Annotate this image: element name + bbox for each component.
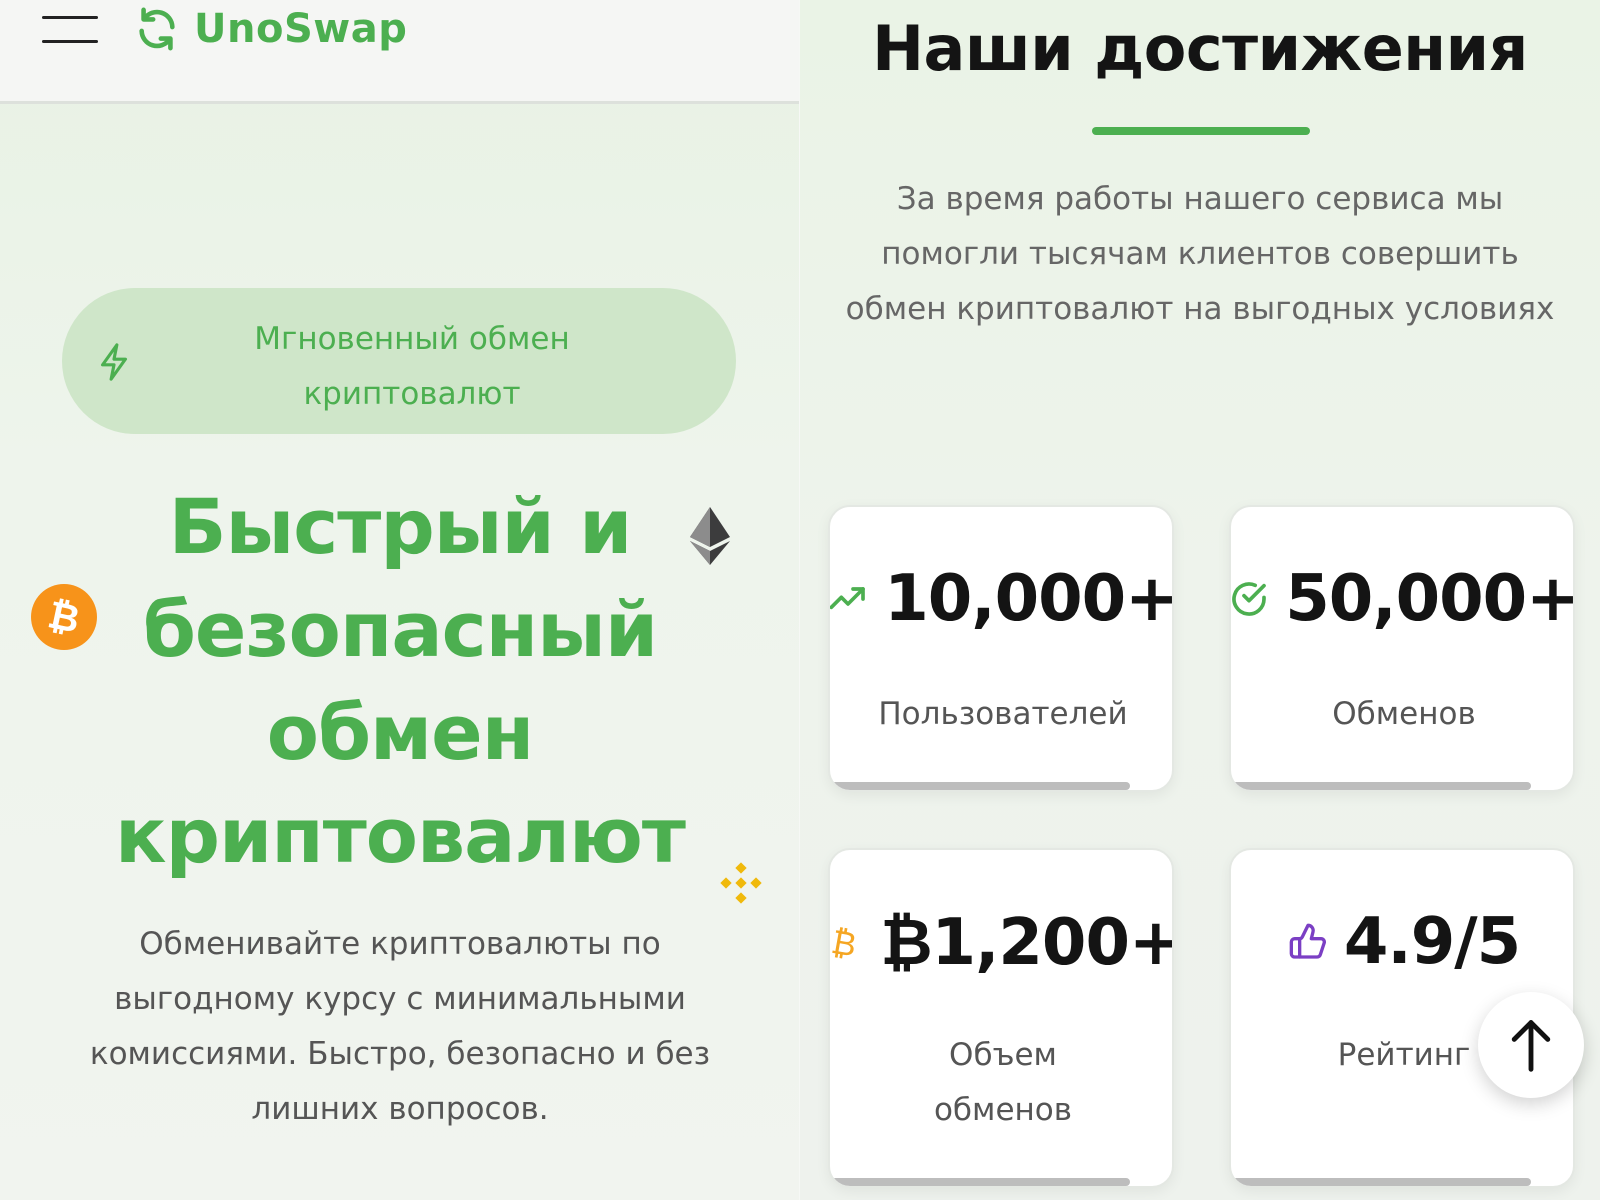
stat-card-exchanges: 50,000+ Обменов: [1229, 505, 1575, 792]
card-bar: [1231, 782, 1531, 790]
hero-title: Быстрый и безопасный обмен криптовалют: [115, 482, 686, 880]
achievements-title: Наши достижения: [872, 12, 1528, 85]
badge-text: Мгновенный обмен криптовалют: [254, 321, 570, 412]
site-header: UnoSwap: [0, 0, 800, 104]
bitcoin-icon: ₿: [829, 923, 860, 963]
stat-label: Обменов: [1332, 696, 1476, 732]
stat-value: 10,000+: [884, 562, 1174, 636]
title-underline: [1092, 127, 1310, 135]
hero-description: Обменивайте криптовалюты по выгодному ку…: [89, 926, 711, 1127]
refresh-arrows-icon: [139, 7, 175, 51]
thumbs-up-icon: [1289, 923, 1326, 959]
stat-value: 50,000+: [1285, 562, 1575, 636]
scroll-to-top-button[interactable]: [1478, 992, 1584, 1098]
trending-up-icon: [830, 587, 866, 610]
lightning-icon: [101, 343, 127, 381]
instant-exchange-badge: Мгновенный обмен криптовалют: [62, 288, 736, 434]
hamburger-menu-icon[interactable]: [42, 16, 98, 46]
stat-label: Объем обменов: [933, 1037, 1073, 1128]
card-bar: [830, 1178, 1130, 1186]
stat-value: 4.9/5: [1343, 905, 1521, 979]
logo[interactable]: UnoSwap: [134, 6, 407, 52]
arrow-up-icon: [1511, 1020, 1551, 1072]
check-circle-icon: [1232, 582, 1267, 616]
card-bar: [830, 782, 1130, 790]
logo-text: UnoSwap: [194, 6, 408, 52]
achievements-description: За время работы нашего сервиса мы помогл…: [845, 181, 1555, 327]
hero-panel: UnoSwap Мгновенный обмен криптовалют ₿ Б…: [0, 0, 800, 1200]
card-bar: [1231, 1178, 1531, 1186]
svg-text:₿: ₿: [829, 923, 860, 963]
stat-value: ₿1,200+: [880, 906, 1174, 980]
stat-label: Пользователей: [878, 696, 1128, 732]
stat-card-volume: ₿ ₿1,200+ Объем обменов: [828, 848, 1174, 1188]
stat-card-users: 10,000+ Пользователей: [828, 505, 1174, 792]
